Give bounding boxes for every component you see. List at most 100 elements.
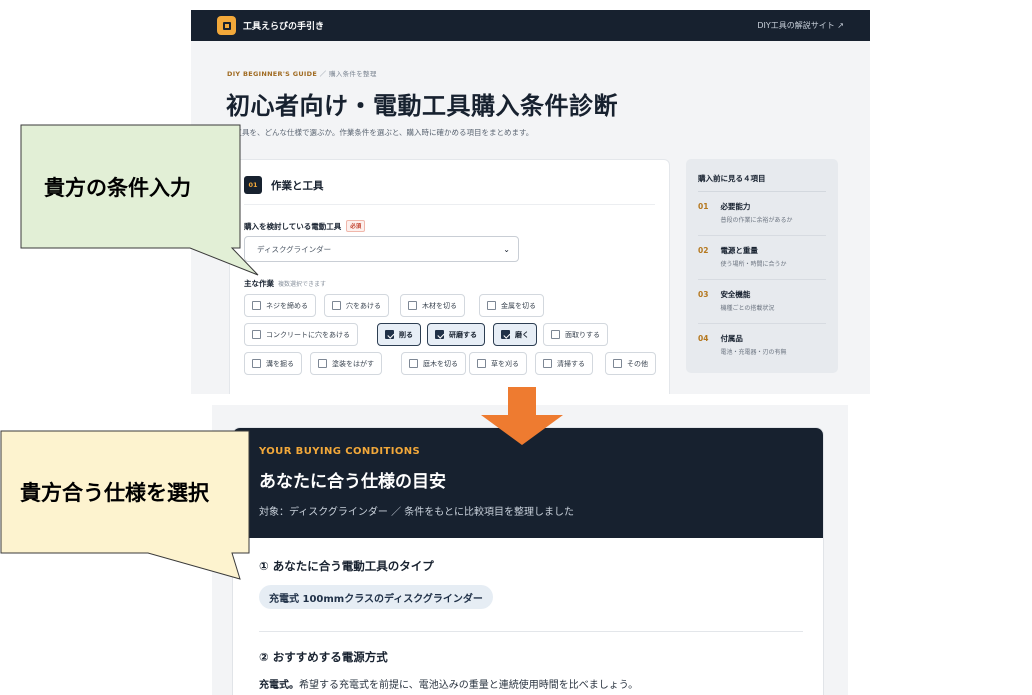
brand-name: 工具えらびの手引き <box>243 22 325 32</box>
checkbox-icon <box>252 359 261 368</box>
sidebar-item-desc: 普段の作業に余裕があるか <box>720 217 793 224</box>
callout-select-text: 貴方合う仕様を選択 <box>20 481 209 505</box>
checkbox-icon <box>435 330 444 339</box>
sidebar-item-name: 必要能力 <box>720 202 751 211</box>
checkbox-icon <box>613 359 622 368</box>
sidebar-item-name: 付属品 <box>720 334 743 343</box>
work-option[interactable]: 木材を切る <box>400 294 465 317</box>
sidebar-item: 02 電源と重量使う場所・時間に合うか <box>698 236 826 280</box>
sidebar-item-desc: 機種ごとの搭載状況 <box>720 305 775 312</box>
checkbox-icon <box>252 330 261 339</box>
result-tool-type-pill: 充電式 100mmクラスのディスクグラインダー <box>259 585 493 609</box>
chevron-down-icon: ⌄ <box>503 244 510 254</box>
callout-input: 貴方の条件入力 <box>20 124 260 276</box>
sidebar-item-number: 04 <box>698 334 709 343</box>
result-eyebrow: YOUR BUYING CONDITIONS <box>259 446 421 457</box>
input-screen: 工具えらびの手引き DIY工具の解説サイト ↗ DIY BEGINNER'S G… <box>191 10 870 394</box>
checkbox-icon <box>409 359 418 368</box>
divider <box>244 204 655 205</box>
sidebar-item: 01 必要能力普段の作業に余裕があるか <box>698 192 826 236</box>
sidebar-item-name: 電源と重量 <box>720 246 758 255</box>
work-option[interactable]: 金属を切る <box>479 294 544 317</box>
work-option-label: 削る <box>399 330 413 339</box>
work-option[interactable]: 清掃する <box>535 352 593 375</box>
sidebar-item-name: 安全機能 <box>720 290 751 299</box>
checkbox-icon <box>543 359 552 368</box>
checkbox-icon <box>408 301 417 310</box>
arrow-down-icon <box>481 387 563 445</box>
work-option[interactable]: ネジを締める <box>244 294 316 317</box>
checkbox-icon <box>501 330 510 339</box>
sidebar-item: 04 付属品電池・充電器・刃の有無 <box>698 324 826 368</box>
work-option[interactable]: その他 <box>605 352 656 375</box>
work-option-label: 塗装をはがす <box>332 359 374 368</box>
tool-field-label: 購入を検討している電動工具 必須 <box>244 220 366 232</box>
work-option[interactable]: 面取りする <box>543 323 608 346</box>
checkbox-icon <box>487 301 496 310</box>
work-option[interactable]: コンクリートに穴をあける <box>244 323 358 346</box>
work-option-label: 草を刈る <box>491 359 519 368</box>
work-option-label: 木材を切る <box>422 301 457 310</box>
work-option-label: コンクリートに穴をあける <box>266 330 350 339</box>
work-option-label: その他 <box>627 359 648 368</box>
checkbox-icon <box>551 330 560 339</box>
checkbox-icon <box>252 301 261 310</box>
result-power-text: 充電式。希望する充電式を前提に、電池込みの重量と連続使用時間を比べましょう。 <box>259 676 638 691</box>
work-option-label: ネジを締める <box>266 301 308 310</box>
sidebar-item-number: 01 <box>698 202 709 211</box>
work-option[interactable]: 溝を掘る <box>244 352 302 375</box>
breadcrumb: DIY BEGINNER'S GUIDE ／ 購入条件を整理 <box>227 68 377 78</box>
breadcrumb-separator: ／ <box>319 70 327 78</box>
work-option-label: 溝を掘る <box>266 359 294 368</box>
work-option-label: 金属を切る <box>501 301 536 310</box>
tool-select-value: ディスクグラインダー <box>257 244 332 254</box>
checkbox-icon <box>385 330 394 339</box>
top-nav: 工具えらびの手引き DIY工具の解説サイト ↗ <box>191 10 870 41</box>
work-field-label: 主な作業 複数選択できます <box>244 278 326 289</box>
work-option-label: 磨く <box>515 330 529 339</box>
work-option[interactable]: 草を刈る <box>469 352 527 375</box>
work-option-label: 面取りする <box>565 330 600 339</box>
checklist-sidebar: 購入前に見る４項目 01 必要能力普段の作業に余裕があるか 02 電源と重量使う… <box>686 159 838 373</box>
work-option[interactable]: 庭木を切る <box>401 352 466 375</box>
breadcrumb-guide[interactable]: DIY BEGINNER'S GUIDE <box>227 70 317 78</box>
checkbox-icon <box>318 359 327 368</box>
result-subtitle: 対象：ディスクグラインダー ／ 条件をもとに比較項目を整理しました <box>259 507 575 518</box>
work-label: 主な作業 <box>244 279 274 288</box>
divider <box>259 631 803 632</box>
work-option[interactable]: 穴をあける <box>324 294 389 317</box>
page-title: 初心者向け・電動工具購入条件診断 <box>226 92 618 120</box>
checkbox-icon <box>332 301 341 310</box>
nav-brand[interactable]: 工具えらびの手引き <box>217 16 324 35</box>
result-card: YOUR BUYING CONDITIONS あなたに合う仕様の目安 対象：ディ… <box>232 427 824 695</box>
sidebar-item-desc: 電池・充電器・刃の有無 <box>720 349 787 356</box>
result-power-emphasis: 充電式。 <box>259 680 299 691</box>
sidebar-item-number: 03 <box>698 290 709 299</box>
sidebar-title: 購入前に見る４項目 <box>698 173 826 192</box>
result-title: あなたに合う仕様の目安 <box>259 472 446 492</box>
step-card: 01 作業と工具 購入を検討している電動工具 必須 ディスクグラインダー ⌄ 主… <box>229 159 670 394</box>
work-option-checked[interactable]: 研磨する <box>427 323 485 346</box>
breadcrumb-current: 購入条件を整理 <box>329 70 377 78</box>
callout-input-text: 貴方の条件入力 <box>44 176 191 200</box>
work-option-label: 庭木を切る <box>423 359 458 368</box>
result-section-tool-type: ① あなたに合う電動工具のタイプ <box>259 559 434 573</box>
square-logo-icon <box>217 16 236 35</box>
work-option-checked[interactable]: 磨く <box>493 323 537 346</box>
work-option[interactable]: 塗装をはがす <box>310 352 382 375</box>
external-site-link[interactable]: DIY工具の解説サイト ↗ <box>757 20 844 31</box>
sidebar-item-number: 02 <box>698 246 709 255</box>
sidebar-item-desc: 使う場所・時間に合うか <box>720 261 787 268</box>
result-power-detail: 希望する充電式を前提に、電池込みの重量と連続使用時間を比べましょう。 <box>299 680 639 691</box>
work-option-label: 清掃する <box>557 359 585 368</box>
work-option-checked[interactable]: 削る <box>377 323 421 346</box>
work-note: 複数選択できます <box>278 281 327 288</box>
work-option-label: 研磨する <box>449 330 477 339</box>
result-section-power: ② おすすめする電源方式 <box>259 650 388 664</box>
step-title: 作業と工具 <box>271 179 324 192</box>
sidebar-item: 03 安全機能機種ごとの搭載状況 <box>698 280 826 324</box>
result-screen: YOUR BUYING CONDITIONS あなたに合う仕様の目安 対象：ディ… <box>212 405 848 695</box>
tool-select[interactable]: ディスクグラインダー ⌄ <box>244 236 519 262</box>
page-description: の工具を、どんな仕様で選ぶか。作業条件を選ぶと、購入時に確かめる項目をまとめます… <box>227 128 534 137</box>
callout-select: 貴方合う仕様を選択 <box>0 430 250 580</box>
